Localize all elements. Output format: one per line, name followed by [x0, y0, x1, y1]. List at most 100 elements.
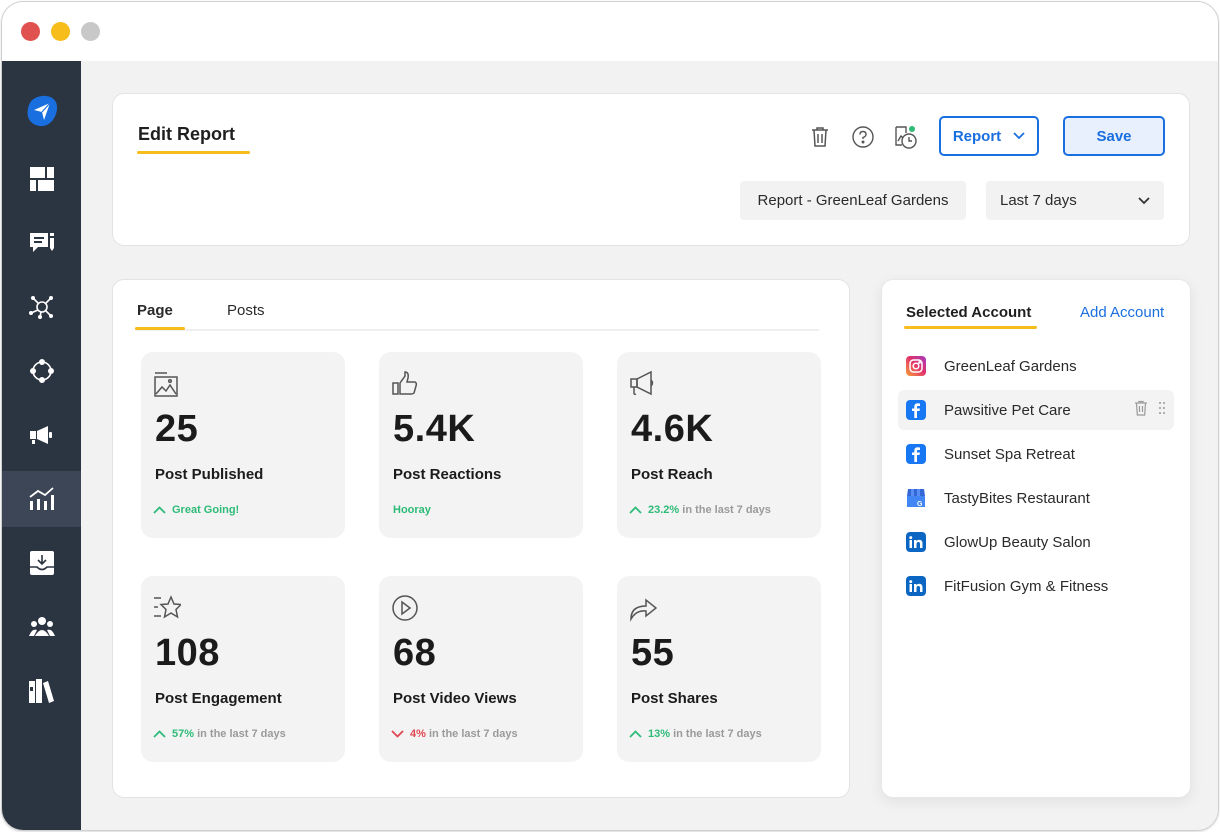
heading-underline	[904, 326, 1037, 329]
stat-card-post-engagement[interactable]: 108 Post Engagement 57% in the last 7 da…	[141, 576, 345, 762]
main-content: Edit Report Report Save Report - GreenLe…	[81, 61, 1218, 830]
account-item[interactable]: GlowUp Beauty Salon	[898, 522, 1174, 562]
trend-up-icon	[153, 730, 166, 738]
title-bar	[2, 2, 1218, 61]
stat-trend: Hooray	[393, 504, 431, 516]
trash-icon	[812, 127, 828, 147]
stat-percent: 4%	[410, 728, 426, 740]
stat-label: Post Engagement	[155, 690, 282, 707]
account-item[interactable]: Pawsitive Pet Care	[898, 390, 1174, 430]
stat-label: Post Reach	[631, 466, 713, 483]
trend-up-icon	[153, 506, 166, 514]
sidebar	[2, 61, 81, 830]
account-name: TastyBites Restaurant	[944, 489, 1090, 507]
stat-trend: 4% in the last 7 days	[391, 728, 518, 740]
sidebar-item-network[interactable]	[2, 279, 81, 335]
selected-account-heading: Selected Account	[906, 304, 1032, 321]
active-tab-indicator	[135, 327, 185, 330]
stat-percent: 57%	[172, 728, 195, 740]
trend-up-icon	[629, 730, 642, 738]
schedule-clock-icon	[895, 126, 917, 149]
page-title: Edit Report	[138, 124, 235, 144]
account-item[interactable]: FitFusion Gym & Fitness	[898, 566, 1174, 606]
trend-down-icon	[391, 730, 404, 738]
stat-trend: Great Going!	[153, 504, 239, 516]
stat-percent: 13%	[648, 728, 671, 740]
minimize-window-button[interactable]	[51, 22, 70, 41]
svg-text:G: G	[917, 501, 923, 508]
account-name: GreenLeaf Gardens	[944, 357, 1077, 375]
sidebar-item-home[interactable]	[2, 83, 81, 139]
account-item[interactable]: G TastyBites Restaurant	[898, 478, 1174, 518]
tab-page[interactable]: Page	[137, 302, 173, 319]
save-button[interactable]: Save	[1063, 116, 1165, 156]
tab-posts[interactable]: Posts	[227, 302, 265, 319]
analytics-chart-icon	[28, 487, 54, 510]
sidebar-item-campaigns[interactable]	[2, 407, 81, 463]
account-name: GlowUp Beauty Salon	[944, 533, 1091, 551]
close-window-button[interactable]	[21, 22, 40, 41]
share-arrow-icon	[630, 598, 657, 622]
account-item[interactable]: Sunset Spa Retreat	[898, 434, 1174, 474]
account-item[interactable]: GreenLeaf Gardens	[898, 346, 1174, 386]
sidebar-item-team[interactable]	[2, 599, 81, 655]
report-name-field[interactable]: Report - GreenLeaf Gardens	[740, 181, 966, 220]
date-range-select[interactable]: Last 7 days	[986, 181, 1164, 220]
star-list-icon	[154, 595, 181, 619]
stat-label: Post Reactions	[393, 466, 502, 483]
zoom-window-button[interactable]	[81, 22, 100, 41]
trend-up-icon	[629, 506, 642, 514]
instagram-icon	[906, 356, 926, 376]
linkedin-icon	[906, 532, 926, 552]
report-header-card: Edit Report Report Save Report - GreenLe…	[112, 93, 1190, 246]
stat-card-post-published[interactable]: 25 Post Published Great Going!	[141, 352, 345, 538]
facebook-icon	[906, 400, 926, 420]
drag-handle-icon[interactable]	[1158, 401, 1166, 415]
stats-card: Page Posts 25 Post Published Great Going…	[112, 279, 850, 798]
linkedin-icon	[906, 576, 926, 596]
play-circle-icon	[392, 595, 418, 621]
report-dropdown-button[interactable]: Report	[939, 116, 1039, 156]
chevron-down-icon	[1138, 196, 1150, 204]
stat-label: Post Video Views	[393, 690, 517, 707]
account-name: Sunset Spa Retreat	[944, 445, 1075, 463]
chat-icon	[29, 233, 54, 252]
stat-suffix: in the last 7 days	[682, 504, 771, 516]
stat-suffix: in the last 7 days	[197, 728, 286, 740]
circle-nodes-icon	[29, 359, 54, 383]
sidebar-item-library[interactable]	[2, 663, 81, 719]
stat-label: Post Published	[155, 466, 264, 483]
sidebar-item-workflow[interactable]	[2, 343, 81, 399]
stat-card-post-reach[interactable]: 4.6K Post Reach 23.2% in the last 7 days	[617, 352, 821, 538]
app-window: Edit Report Report Save Report - GreenLe…	[1, 1, 1219, 831]
add-account-link[interactable]: Add Account	[1080, 304, 1164, 321]
stat-message: Great Going!	[172, 504, 240, 516]
stat-trend: 57% in the last 7 days	[153, 728, 286, 740]
stat-value: 108	[155, 632, 220, 674]
remove-account-trash-icon[interactable]	[1134, 400, 1148, 416]
stat-suffix: in the last 7 days	[673, 728, 762, 740]
megaphone-icon	[29, 426, 52, 444]
delete-report-button[interactable]	[805, 122, 835, 152]
tab-bar: Page Posts	[135, 302, 819, 331]
stat-suffix: in the last 7 days	[428, 728, 518, 740]
thumbs-up-icon	[392, 371, 418, 395]
chevron-down-icon	[1013, 132, 1025, 140]
sidebar-item-messages[interactable]	[2, 215, 81, 271]
sidebar-item-inbox[interactable]	[2, 535, 81, 591]
sidebar-item-analytics[interactable]	[2, 471, 81, 527]
sidebar-item-dashboard[interactable]	[2, 151, 81, 207]
help-button[interactable]	[848, 122, 878, 152]
dashboard-grid-icon	[29, 167, 54, 191]
stat-card-post-video-views[interactable]: 68 Post Video Views 4% in the last 7 day…	[379, 576, 583, 762]
report-button-label: Report	[952, 127, 1002, 145]
users-icon	[28, 617, 55, 636]
paper-plane-icon	[27, 95, 57, 127]
stat-card-post-reactions[interactable]: 5.4K Post Reactions Hooray	[379, 352, 583, 538]
stat-card-post-shares[interactable]: 55 Post Shares 13% in the last 7 days	[617, 576, 821, 762]
stat-message: Hooray	[393, 504, 431, 516]
schedule-report-button[interactable]	[891, 122, 921, 152]
google-business-icon: G	[906, 488, 926, 508]
stat-trend: 23.2% in the last 7 days	[629, 504, 771, 516]
selected-accounts-panel: Selected Account Add Account GreenLeaf G…	[881, 279, 1191, 798]
